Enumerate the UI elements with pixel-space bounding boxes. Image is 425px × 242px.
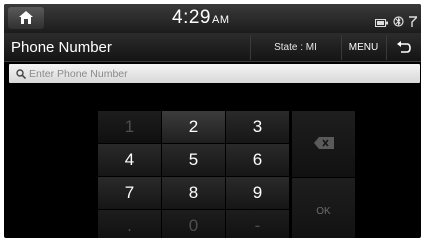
key-0[interactable]: 0 — [162, 210, 225, 238]
status-icons — [375, 12, 419, 31]
phone-number-input[interactable] — [26, 65, 420, 82]
clock-ampm: AM — [211, 14, 230, 26]
bluetooth-phone-icon — [393, 12, 404, 31]
status-bar: 4:29AM — [4, 4, 421, 33]
page-title: Phone Number — [11, 39, 112, 56]
key-2[interactable]: 2 — [162, 111, 225, 143]
search-bar — [9, 64, 420, 83]
home-icon — [19, 9, 33, 28]
state-button[interactable]: State : MI — [250, 35, 340, 60]
phone-number-screen: 4:29AM Phone Number State: MI MENU Ente… — [4, 4, 421, 238]
key-1[interactable]: 1 — [98, 111, 161, 143]
key-dash[interactable]: - — [226, 210, 289, 238]
clock-time: 4:29 — [172, 7, 211, 28]
signal-icon — [409, 12, 419, 31]
back-button[interactable] — [386, 35, 421, 60]
key-4[interactable]: 4 — [98, 144, 161, 176]
clock: 4:29AM — [172, 7, 229, 29]
back-arrow-icon — [397, 38, 411, 57]
backspace-icon — [313, 136, 334, 152]
search-icon — [16, 68, 26, 79]
battery-icon — [375, 12, 388, 31]
key-7[interactable]: 7 — [98, 177, 161, 209]
key-dot[interactable]: . — [98, 210, 161, 238]
title-bar: Phone Number State : MI MENU — [4, 33, 421, 62]
backspace-button[interactable] — [292, 111, 355, 177]
key-5[interactable]: 5 — [162, 144, 225, 176]
home-button[interactable] — [8, 7, 44, 29]
ok-button[interactable]: OK — [292, 178, 355, 238]
key-9[interactable]: 9 — [226, 177, 289, 209]
menu-button[interactable]: MENU — [341, 35, 385, 60]
key-8[interactable]: 8 — [162, 177, 225, 209]
key-6[interactable]: 6 — [226, 144, 289, 176]
key-3[interactable]: 3 — [226, 111, 289, 143]
